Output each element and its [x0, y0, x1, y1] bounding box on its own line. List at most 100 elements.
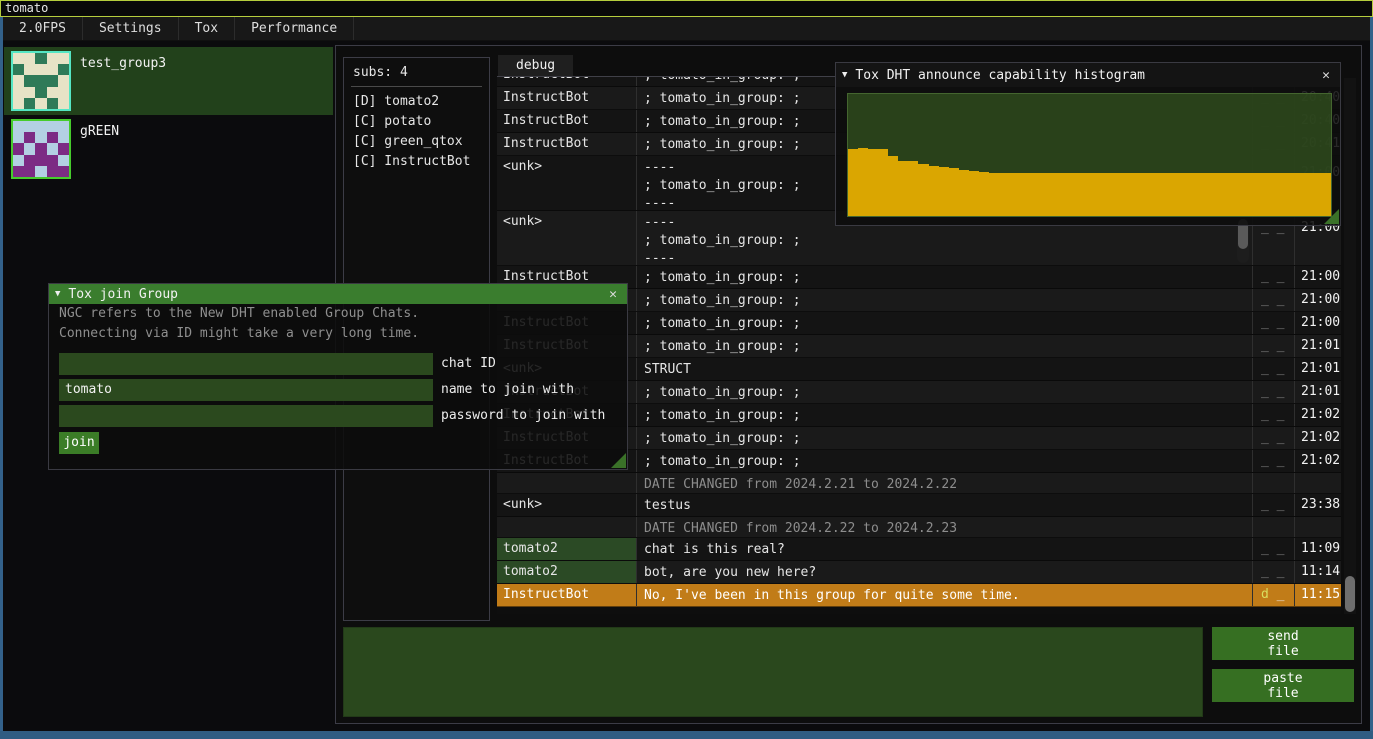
- sender-name-cell: tomato2: [497, 561, 637, 583]
- resize-grip[interactable]: [611, 453, 626, 468]
- time-cell: [1295, 473, 1341, 493]
- status-cell: _ _: [1253, 450, 1295, 472]
- join-password-input[interactable]: [59, 405, 433, 427]
- sender-name-cell: InstructBot: [497, 77, 637, 86]
- system-message-cell: DATE CHANGED from 2024.2.21 to 2024.2.22: [637, 473, 1253, 493]
- message-cell: No, I've been in this group for quite so…: [637, 584, 1253, 606]
- time-cell: 21:01: [1295, 335, 1341, 357]
- group-avatar: [11, 119, 71, 179]
- time-cell: 21:00: [1295, 289, 1341, 311]
- join-desc-line2: Connecting via ID might take a very long…: [49, 324, 627, 344]
- histogram-bar: [1190, 173, 1200, 216]
- histogram-bar: [1301, 173, 1311, 216]
- histogram-window-titlebar[interactable]: ▼ Tox DHT announce capability histogram …: [836, 63, 1340, 87]
- message-cell: ; tomato_in_group: ;: [637, 450, 1253, 472]
- system-message-cell: DATE CHANGED from 2024.2.22 to 2024.2.23: [637, 517, 1253, 537]
- app-titlebar[interactable]: tomato: [0, 0, 1373, 17]
- collapse-icon[interactable]: ▼: [55, 289, 60, 299]
- histogram-bar: [1150, 173, 1160, 216]
- status-cell: _ _: [1253, 312, 1295, 334]
- histogram-plot: [847, 93, 1332, 217]
- join-password-label: password to join with: [441, 405, 605, 427]
- time-cell: 11:14: [1295, 561, 1341, 583]
- group-item-test_group3[interactable]: test_group3: [4, 47, 333, 115]
- status-cell: [1253, 473, 1295, 493]
- message-row[interactable]: tomato2bot, are you new here?_ _11:14: [497, 561, 1341, 584]
- histogram-bar: [1200, 173, 1210, 216]
- paste-file-button[interactable]: paste file: [1212, 669, 1354, 702]
- sender-name-cell: <unk>: [497, 494, 637, 516]
- sender-name-cell: InstructBot: [497, 110, 637, 132]
- histogram-bar: [1160, 173, 1170, 216]
- group-item-gREEN[interactable]: gREEN: [4, 115, 333, 183]
- collapse-icon[interactable]: ▼: [842, 70, 847, 80]
- histogram-bar: [1009, 173, 1019, 216]
- join-window-titlebar[interactable]: ▼ Tox join Group ✕: [49, 284, 627, 304]
- histogram-bar: [868, 149, 878, 216]
- menu-performance[interactable]: Performance: [235, 17, 354, 40]
- sender-name-cell: InstructBot: [497, 584, 637, 606]
- join-button[interactable]: join: [59, 432, 99, 454]
- histogram-bar: [1291, 173, 1301, 216]
- time-cell: [1295, 517, 1341, 537]
- join-window-title: Tox join Group: [68, 287, 178, 302]
- member-tomato2: [D] tomato2: [353, 92, 480, 112]
- message-cell: ; tomato_in_group: ;: [637, 266, 1253, 288]
- message-scrollbar-track[interactable]: [1344, 78, 1356, 614]
- menu-tox[interactable]: Tox: [179, 17, 235, 40]
- message-cell: ; tomato_in_group: ;: [637, 335, 1253, 357]
- histogram-bar: [1220, 173, 1230, 216]
- histogram-bar: [1110, 173, 1120, 216]
- status-cell: _ _: [1253, 538, 1295, 560]
- message-row[interactable]: <unk>testus_ _23:38: [497, 494, 1341, 517]
- member-potato: [C] potato: [353, 112, 480, 132]
- tab-debug[interactable]: debug: [498, 55, 573, 76]
- message-row[interactable]: InstructBotNo, I've been in this group f…: [497, 584, 1341, 607]
- histogram-bar: [1311, 173, 1321, 216]
- histogram-bar: [1079, 173, 1089, 216]
- group-avatar: [11, 51, 71, 111]
- chat-id-input[interactable]: [59, 353, 433, 375]
- message-cell: ; tomato_in_group: ;: [637, 312, 1253, 334]
- histogram-bar: [1271, 173, 1281, 216]
- group-name: gREEN: [80, 124, 119, 139]
- group-name: test_group3: [80, 56, 166, 71]
- chat-id-label: chat ID: [441, 353, 496, 375]
- resize-grip[interactable]: [1324, 209, 1339, 224]
- histogram-bar: [1130, 173, 1140, 216]
- menu-settings[interactable]: Settings: [83, 17, 179, 40]
- close-icon[interactable]: ✕: [1318, 68, 1334, 83]
- join-desc-line1: NGC refers to the New DHT enabled Group …: [49, 304, 627, 324]
- histogram-bar: [1019, 173, 1029, 216]
- sender-name-cell: <unk>: [497, 211, 637, 265]
- histogram-bar: [1090, 173, 1100, 216]
- status-cell: d _: [1253, 584, 1295, 606]
- message-scrollbar-thumb[interactable]: [1345, 576, 1355, 612]
- sender-name-cell: InstructBot: [497, 87, 637, 109]
- close-icon[interactable]: ✕: [605, 287, 621, 302]
- histogram-bar: [1120, 173, 1130, 216]
- status-cell: _ _: [1253, 561, 1295, 583]
- histogram-bar: [1059, 173, 1069, 216]
- status-cell: _ _: [1253, 381, 1295, 403]
- histogram-bar: [1261, 173, 1271, 216]
- time-cell: 21:02: [1295, 427, 1341, 449]
- join-name-input[interactable]: tomato: [59, 379, 433, 401]
- subs-member-list: [D] tomato2[C] potato[C] green_qtox[C] I…: [353, 92, 480, 172]
- sender-name-cell: [497, 473, 637, 493]
- send-file-button[interactable]: send file: [1212, 627, 1354, 660]
- status-cell: _ _: [1253, 427, 1295, 449]
- message-input[interactable]: [343, 627, 1203, 717]
- time-cell: 21:02: [1295, 450, 1341, 472]
- histogram-bar: [1251, 173, 1261, 216]
- status-cell: _ _: [1253, 494, 1295, 516]
- system-row: DATE CHANGED from 2024.2.21 to 2024.2.22: [497, 473, 1341, 494]
- status-cell: _ _: [1253, 266, 1295, 288]
- histogram-bar: [939, 167, 949, 216]
- histogram-bar: [1170, 173, 1180, 216]
- time-cell: 11:15: [1295, 584, 1341, 606]
- histogram-bar: [1029, 173, 1039, 216]
- histogram-window-title: Tox DHT announce capability histogram: [855, 68, 1145, 83]
- histogram-bar: [929, 166, 939, 216]
- message-row[interactable]: tomato2chat is this real?_ _11:09: [497, 538, 1341, 561]
